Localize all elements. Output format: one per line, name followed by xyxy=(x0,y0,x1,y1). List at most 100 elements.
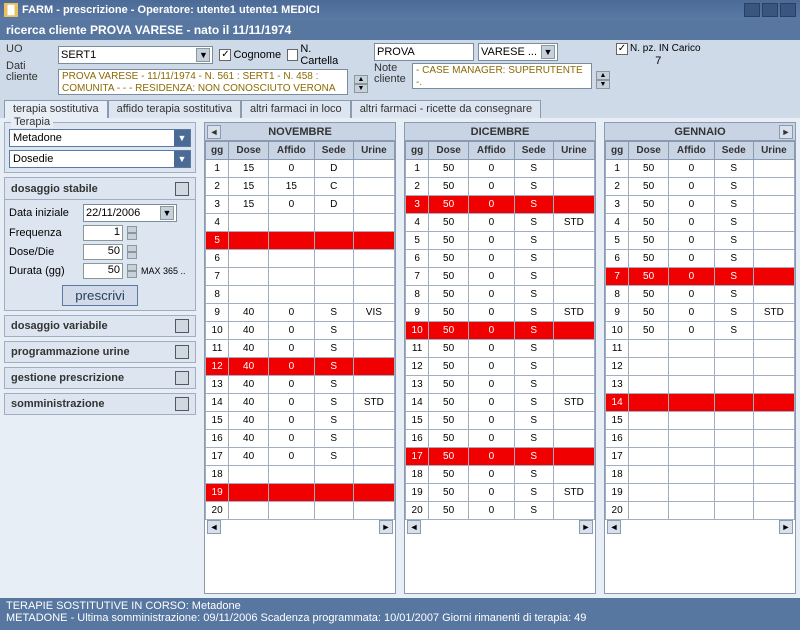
table-cell[interactable] xyxy=(714,430,753,448)
table-cell[interactable] xyxy=(629,394,669,412)
table-cell[interactable]: S xyxy=(514,358,553,376)
chevron-down-icon[interactable]: ▼ xyxy=(541,45,555,59)
frequenza-input[interactable]: 1 xyxy=(83,225,123,241)
table-cell[interactable]: 50 xyxy=(429,304,469,322)
table-cell[interactable] xyxy=(753,394,794,412)
table-cell[interactable]: 0 xyxy=(468,340,514,358)
table-cell[interactable] xyxy=(314,250,353,268)
table-cell[interactable]: STD xyxy=(553,484,594,502)
table-cell[interactable]: 16 xyxy=(606,430,629,448)
table-cell[interactable] xyxy=(714,466,753,484)
table-cell[interactable] xyxy=(753,160,794,178)
dati-scroll[interactable]: ▲▼ xyxy=(354,75,368,93)
table-row[interactable]: 8500S xyxy=(406,286,595,304)
table-cell[interactable] xyxy=(553,502,594,520)
table-row[interactable]: 1150D xyxy=(206,160,395,178)
table-cell[interactable]: 0 xyxy=(468,448,514,466)
table-cell[interactable]: S xyxy=(314,394,353,412)
table-cell[interactable]: 0 xyxy=(468,214,514,232)
table-cell[interactable]: STD xyxy=(753,304,794,322)
table-cell[interactable]: 40 xyxy=(229,376,269,394)
table-cell[interactable] xyxy=(353,268,394,286)
table-cell[interactable]: 4 xyxy=(606,214,629,232)
chevron-down-icon[interactable]: ▼ xyxy=(174,130,190,146)
table-cell[interactable]: 50 xyxy=(429,178,469,196)
table-cell[interactable]: 0 xyxy=(668,250,714,268)
table-cell[interactable]: 50 xyxy=(429,484,469,502)
tab-altri-farmaci-ricette[interactable]: altri farmaci - ricette da consegnare xyxy=(351,100,541,118)
table-cell[interactable] xyxy=(629,502,669,520)
table-cell[interactable]: S xyxy=(714,178,753,196)
table-cell[interactable] xyxy=(553,340,594,358)
table-cell[interactable]: 0 xyxy=(468,394,514,412)
table-cell[interactable]: 50 xyxy=(629,322,669,340)
minimize-button[interactable] xyxy=(744,3,760,17)
table-cell[interactable]: 50 xyxy=(429,394,469,412)
table-cell[interactable]: STD xyxy=(553,304,594,322)
table-cell[interactable]: S xyxy=(514,178,553,196)
table-cell[interactable]: S xyxy=(514,430,553,448)
table-cell[interactable]: 14 xyxy=(406,394,429,412)
table-cell[interactable] xyxy=(668,484,714,502)
table-row[interactable]: 17500S xyxy=(406,448,595,466)
table-cell[interactable]: S xyxy=(314,448,353,466)
table-cell[interactable]: 15 xyxy=(229,160,269,178)
table-cell[interactable]: 10 xyxy=(406,322,429,340)
table-cell[interactable]: S xyxy=(714,322,753,340)
table-row[interactable]: 15500S xyxy=(406,412,595,430)
table-row[interactable]: 17 xyxy=(606,448,795,466)
table-cell[interactable]: 50 xyxy=(629,286,669,304)
table-row[interactable]: 7500S xyxy=(606,268,795,286)
table-cell[interactable]: 7 xyxy=(406,268,429,286)
table-cell[interactable]: 19 xyxy=(606,484,629,502)
table-cell[interactable]: 12 xyxy=(206,358,229,376)
table-cell[interactable]: 10 xyxy=(606,322,629,340)
table-cell[interactable] xyxy=(714,340,753,358)
table-cell[interactable]: S xyxy=(314,340,353,358)
table-cell[interactable]: S xyxy=(514,484,553,502)
table-cell[interactable] xyxy=(629,430,669,448)
table-cell[interactable]: 5 xyxy=(606,232,629,250)
table-cell[interactable]: 0 xyxy=(468,304,514,322)
table-cell[interactable] xyxy=(629,466,669,484)
table-row[interactable]: 17400S xyxy=(206,448,395,466)
table-cell[interactable] xyxy=(553,232,594,250)
table-cell[interactable] xyxy=(553,160,594,178)
table-cell[interactable]: 50 xyxy=(429,214,469,232)
table-cell[interactable]: 17 xyxy=(406,448,429,466)
scroll-right-button[interactable]: ► xyxy=(579,520,593,534)
somministrazione-button[interactable]: somministrazione xyxy=(4,393,196,415)
table-cell[interactable]: 40 xyxy=(229,394,269,412)
table-cell[interactable]: 50 xyxy=(629,250,669,268)
table-cell[interactable]: S xyxy=(314,376,353,394)
table-cell[interactable] xyxy=(268,214,314,232)
table-cell[interactable]: S xyxy=(714,286,753,304)
table-cell[interactable] xyxy=(314,286,353,304)
table-cell[interactable] xyxy=(668,412,714,430)
table-cell[interactable]: 13 xyxy=(206,376,229,394)
table-cell[interactable] xyxy=(353,340,394,358)
table-row[interactable]: 8500S xyxy=(606,286,795,304)
table-cell[interactable]: S xyxy=(714,268,753,286)
table-row[interactable]: 4 xyxy=(206,214,395,232)
table-cell[interactable]: S xyxy=(514,502,553,520)
table-row[interactable]: 3500S xyxy=(606,196,795,214)
scroll-left-button[interactable]: ◄ xyxy=(407,520,421,534)
table-cell[interactable]: STD xyxy=(553,214,594,232)
table-cell[interactable]: D xyxy=(314,196,353,214)
table-row[interactable]: 2500S xyxy=(606,178,795,196)
table-cell[interactable]: 0 xyxy=(268,322,314,340)
table-cell[interactable] xyxy=(553,178,594,196)
table-cell[interactable]: 12 xyxy=(606,358,629,376)
farmaco-combo[interactable]: Metadone▼ xyxy=(9,129,191,147)
table-cell[interactable]: 0 xyxy=(468,286,514,304)
table-row[interactable]: 13400S xyxy=(206,376,395,394)
table-cell[interactable]: 17 xyxy=(606,448,629,466)
table-cell[interactable] xyxy=(629,484,669,502)
table-cell[interactable]: 0 xyxy=(268,304,314,322)
scroll-right-button[interactable]: ► xyxy=(779,520,793,534)
table-cell[interactable]: 2 xyxy=(606,178,629,196)
table-cell[interactable]: 19 xyxy=(406,484,429,502)
table-cell[interactable]: 0 xyxy=(268,394,314,412)
table-cell[interactable]: 5 xyxy=(406,232,429,250)
